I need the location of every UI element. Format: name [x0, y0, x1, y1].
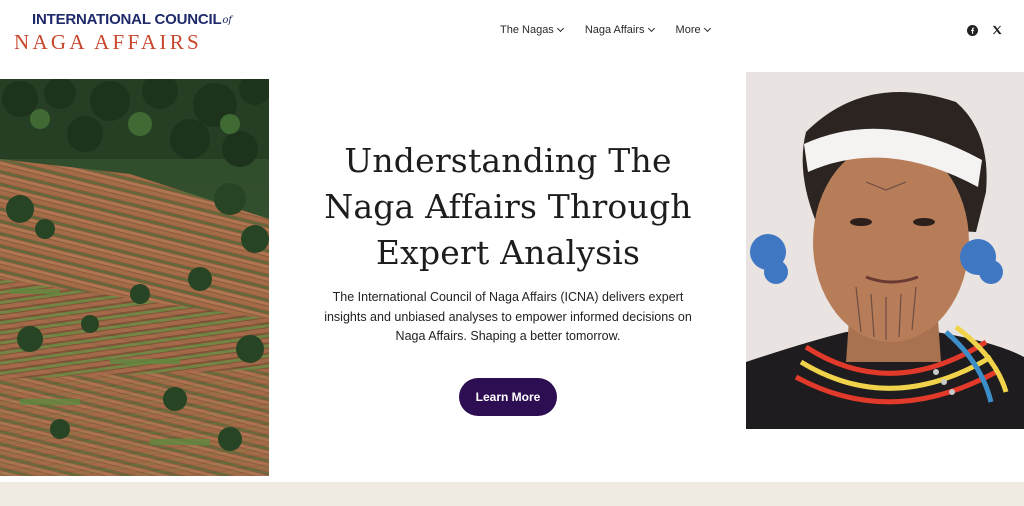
x-icon[interactable] [991, 24, 1003, 36]
hero-description-line: Naga Affairs. Shaping a better tomorrow. [395, 329, 621, 343]
nav-item-naga-affairs[interactable]: Naga Affairs [584, 24, 655, 36]
learn-more-button[interactable]: Learn More [459, 378, 557, 416]
main-nav: The Nagas Naga Affairs More [500, 24, 732, 36]
chevron-down-icon [647, 24, 655, 33]
portrait-image [746, 72, 1024, 429]
hero-description-line: The International Council of Naga Affair… [332, 290, 684, 304]
hero-description-line: insights and unbiased analyses to empowe… [324, 309, 692, 324]
facebook-icon[interactable] [966, 24, 978, 36]
terraced-fields-image [0, 79, 269, 476]
logo-line-1: INTERNATIONAL COUNCILof [32, 11, 232, 28]
hero-title-line: Expert Analysis [375, 233, 641, 272]
hero-title: Understanding The Naga Affairs Through E… [290, 138, 726, 276]
chevron-down-icon [556, 24, 564, 33]
site-logo[interactable]: INTERNATIONAL COUNCILof NAGA AFFAIRS [14, 10, 254, 54]
chevron-down-icon [703, 24, 711, 33]
site-header: INTERNATIONAL COUNCILof NAGA AFFAIRS The… [0, 0, 1024, 64]
nav-item-label: Naga Affairs [584, 24, 645, 36]
nav-item-more[interactable]: More [675, 24, 711, 36]
logo-line-2: NAGA AFFAIRS [14, 30, 203, 54]
nav-item-label: The Nagas [500, 24, 554, 36]
hero-description: The International Council of Naga Affair… [318, 288, 698, 347]
next-section-band [0, 482, 1024, 506]
hero-title-line: Naga Affairs Through [324, 187, 692, 226]
social-links [966, 24, 1003, 36]
nav-item-label: More [675, 24, 701, 36]
hero-title-line: Understanding The [344, 141, 672, 180]
nav-item-the-nagas[interactable]: The Nagas [500, 24, 564, 36]
